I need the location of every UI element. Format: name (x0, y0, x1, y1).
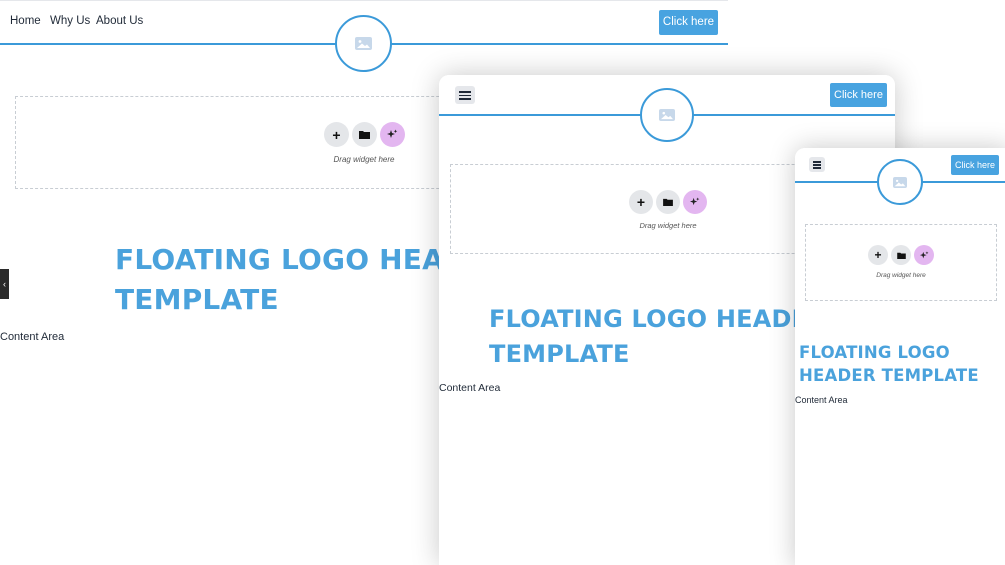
image-placeholder-icon (893, 176, 907, 188)
hero-title-line2: TEMPLATE (489, 340, 630, 368)
plus-icon[interactable]: + (629, 190, 653, 214)
image-placeholder-icon (355, 37, 372, 50)
nav-link-home[interactable]: Home (10, 15, 41, 27)
nav-link-about-us[interactable]: About Us (96, 15, 143, 27)
floating-logo[interactable] (640, 88, 694, 142)
magic-sparkle-icon[interactable] (683, 190, 707, 214)
plus-icon[interactable]: + (868, 245, 888, 265)
widget-dropzone[interactable]: + Drag widget here (805, 224, 997, 301)
click-here-button[interactable]: Click here (830, 83, 887, 107)
hamburger-menu-icon[interactable] (455, 86, 475, 104)
click-here-button[interactable]: Click here (659, 10, 718, 35)
click-here-button[interactable]: Click here (951, 155, 999, 175)
plus-icon[interactable]: + (324, 122, 349, 147)
content-area-label: Content Area (0, 331, 65, 343)
side-panel-toggle[interactable]: ‹ (0, 269, 9, 299)
mobile-preview: Click here + Drag widget here FLOATING L… (795, 148, 1005, 565)
hamburger-menu-icon[interactable] (809, 157, 825, 172)
drag-widget-hint: Drag widget here (639, 221, 697, 230)
hero-title-line1: FLOATING LOGO (799, 343, 950, 362)
folder-icon[interactable] (891, 245, 911, 265)
hero-title-line1: FLOATING LOGO HEADER (489, 305, 827, 333)
floating-logo[interactable] (877, 159, 923, 205)
floating-logo[interactable] (335, 15, 392, 72)
content-area-label: Content Area (795, 395, 848, 405)
nav-link-why-us[interactable]: Why Us (50, 15, 90, 27)
content-area-label: Content Area (439, 382, 501, 394)
drag-widget-hint: Drag widget here (876, 272, 926, 279)
hero-title-line2: HEADER TEMPLATE (799, 366, 979, 385)
magic-sparkle-icon[interactable] (380, 122, 405, 147)
drag-widget-hint: Drag widget here (333, 155, 395, 164)
folder-icon[interactable] (352, 122, 377, 147)
hero-title-line2: TEMPLATE (115, 283, 279, 316)
folder-icon[interactable] (656, 190, 680, 214)
image-placeholder-icon (659, 109, 675, 121)
magic-sparkle-icon[interactable] (914, 245, 934, 265)
